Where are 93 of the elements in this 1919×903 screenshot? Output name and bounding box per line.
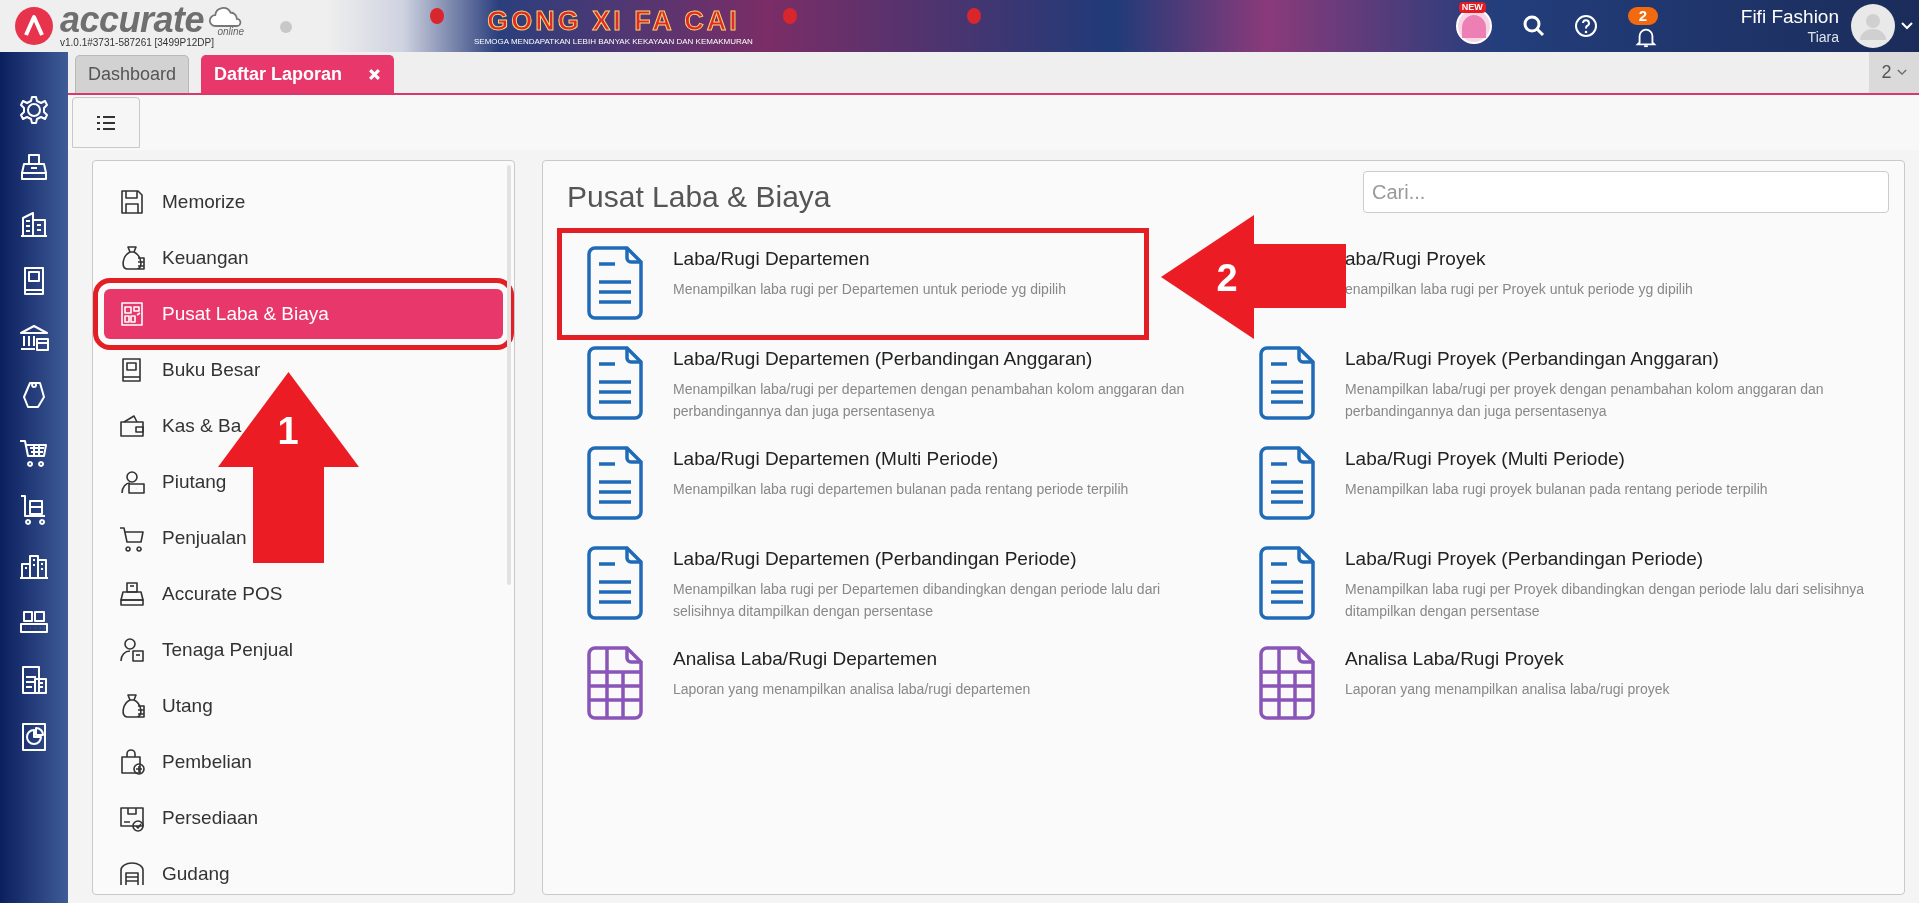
report-board-icon <box>118 300 146 328</box>
chevron-down-icon[interactable] <box>1901 22 1913 30</box>
report-item[interactable]: Laba/Rugi Departemen (Perbandingan Periode) Menampilkan laba rugi per Departemen dibandingkan dengan periode lalu dari selisihnya ditampilkan dengan persentase <box>567 538 1239 638</box>
report-item[interactable]: Analisa Laba/Rugi Departemen Laporan yang menampilkan analisa laba/rugi departemen <box>567 638 1051 738</box>
cash-register-icon <box>118 580 146 608</box>
help-icon[interactable] <box>1573 14 1598 38</box>
report-description: Menampilkan laba rugi per Proyek dibandingkan dengan periode lalu dari selisihnya ditampilkan dengan persentase <box>1345 580 1866 621</box>
new-badge: NEW <box>1458 2 1486 13</box>
report-description: Menampilkan laba/rugi per proyek dengan penambahan kolom anggaran dan perbandingannya dan juga persentasenya <box>1345 380 1825 421</box>
lantern-icon <box>782 5 797 24</box>
cash-register-icon[interactable] <box>18 151 50 183</box>
report-title: Analisa Laba/Rugi Departemen <box>673 648 939 670</box>
report-description: Menampilkan laba rugi departemen bulanan pada rentang periode terpilih <box>673 480 1129 499</box>
logo-subtitle: online <box>217 27 245 37</box>
step-number: 2 <box>1216 257 1238 299</box>
tab[interactable]: Daftar Laporan <box>201 55 395 93</box>
shopping-cart-icon <box>118 524 146 552</box>
report-item[interactable]: Laba/Rugi Departemen (Multi Periode) Menampilkan laba rugi departemen bulanan pada rentang periode terpilih <box>567 438 1149 538</box>
lantern-icon <box>430 5 444 24</box>
list-view-button[interactable] <box>72 97 140 148</box>
close-icon[interactable] <box>368 68 382 81</box>
menu-item[interactable]: Keuangan <box>104 233 259 283</box>
document-icon <box>587 546 643 620</box>
report-title: Laba/Rugi Departemen (Multi Periode) <box>673 448 1000 470</box>
menu-item[interactable]: Kas & Ba <box>104 401 252 451</box>
user-name[interactable]: Fifi Fashion <box>1740 6 1839 28</box>
document-icon <box>587 246 643 320</box>
report-item[interactable]: Laba/Rugi Proyek (Multi Periode) Menampilkan laba rugi proyek bulanan pada rentang periode terpilih <box>1239 438 1788 538</box>
report-title: Laba/Rugi Departemen (Perbandingan Anggaran) <box>673 348 1094 370</box>
report-title: Laba/Rugi Proyek (Multi Periode) <box>1345 448 1626 470</box>
menu-item[interactable]: Utang <box>104 681 223 731</box>
menu-item[interactable]: Piutang <box>104 457 237 507</box>
tab-overflow-button[interactable]: 2 <box>1869 52 1919 93</box>
document-icon <box>1259 346 1315 420</box>
report-title: Laba/Rugi Proyek (Perbandingan Anggaran) <box>1345 348 1720 370</box>
banner-subtitle: SEMOGA MENDAPATKAN LEBIH BANYAK KEKAYAAN DAN KEMAKMURAN <box>474 35 753 47</box>
report-description: Menampilkan laba rugi per Departemen untuk periode yg dipilih <box>673 280 1066 299</box>
document-icon <box>1259 446 1315 520</box>
lantern-icon <box>966 5 981 24</box>
user-role: Tiara <box>1807 28 1839 46</box>
report-description: Menampilkan laba/rugi per departemen dengan penambahan kolom anggaran dan perbandingannya dan juga persentasenya <box>673 380 1186 421</box>
report-item[interactable]: Laba/Rugi Proyek (Perbandingan Anggaran) Menampilkan laba/rugi per proyek dengan penambahan kolom anggaran dan perbandingannya dan juga persentasenya <box>1239 338 1889 438</box>
version-label: v1.0.1#3731-587261 [3499P12DP] <box>60 37 215 49</box>
report-title: Laba/Rugi Departemen (Perbandingan Periode) <box>673 548 1078 570</box>
person-badge-icon <box>118 636 146 664</box>
table-icon <box>587 646 643 720</box>
wallet-icon <box>118 412 146 440</box>
report-description: Laporan yang menampilkan analisa laba/rugi departemen <box>673 680 1031 699</box>
table-icon <box>1259 646 1315 720</box>
report-item[interactable]: Laba/Rugi Departemen Menampilkan laba rugi per Departemen untuk periode yg dipilih <box>567 238 1139 330</box>
box-check-icon <box>118 804 146 832</box>
logo-wordmark: accurate <box>60 3 205 37</box>
menu-item[interactable]: Pembelian <box>104 737 262 787</box>
bell-icon[interactable] <box>1634 26 1657 48</box>
report-title: Laba/Rugi Departemen <box>673 248 871 270</box>
report-item[interactable]: aba/Rugi Proyek enampilkan laba rugi per Proyek untuk periode yg dipilih <box>1345 238 1713 338</box>
caret-icon <box>1896 69 1907 76</box>
document-icon <box>587 446 643 520</box>
list-icon <box>96 114 116 131</box>
report-item[interactable]: Laba/Rugi Departemen (Perbandingan Anggaran) Menampilkan laba/rugi per departemen dengan penambahan kolom anggaran dan perbandingannya dan juga persentasenya <box>567 338 1239 438</box>
notification-badge: 2 <box>1627 7 1659 25</box>
report-description: Menampilkan laba rugi per Departemen dibandingkan dengan periode lalu dari selisihnya ditampilkan dengan persentase <box>673 580 1162 621</box>
banner-title: GONG XI FA CAI <box>487 5 740 36</box>
shopping-bag-plus-icon <box>118 748 146 776</box>
panel-title: Pusat Laba & Biaya <box>567 180 831 214</box>
menu-item[interactable]: Gudang <box>104 849 240 894</box>
warehouse-icon <box>118 860 146 888</box>
report-item[interactable]: Analisa Laba/Rugi Proyek Laporan yang menampilkan analisa laba/rugi proyek <box>1239 638 1690 738</box>
report-description: Menampilkan laba rugi proyek bulanan pada rentang periode terpilih <box>1345 480 1768 499</box>
menu-item[interactable]: Memorize <box>104 177 256 227</box>
gear-icon[interactable] <box>18 94 50 126</box>
document-icon <box>1259 546 1315 620</box>
menu-item[interactable]: Buku Besar <box>104 345 271 395</box>
logo-icon <box>14 6 54 46</box>
report-title: Analisa Laba/Rugi Proyek <box>1345 648 1565 670</box>
menu-item[interactable]: Persediaan <box>104 793 269 843</box>
report-item[interactable]: Laba/Rugi Proyek (Perbandingan Periode) Menampilkan laba rugi per Proyek dibandingkan dengan periode lalu dari selisihnya ditampilkan dengan persentase <box>1239 538 1889 638</box>
search-icon[interactable] <box>1521 14 1546 38</box>
bank-icon[interactable] <box>18 322 50 354</box>
step-number: 1 <box>277 410 299 452</box>
menu-item[interactable]: Penjualan <box>104 513 257 563</box>
search-field[interactable]: Cari... <box>1363 171 1889 213</box>
report-title: Laba/Rugi Proyek (Perbandingan Periode) <box>1345 548 1705 570</box>
avatar-icon[interactable] <box>1851 4 1895 48</box>
menu-item[interactable]: Accurate POS <box>104 569 293 619</box>
status-dot-icon <box>280 21 293 33</box>
person-cash-icon <box>118 468 146 496</box>
menu-item[interactable]: Tenaga Penjual <box>104 625 303 675</box>
report-description: Laporan yang menampilkan analisa laba/rugi proyek <box>1345 680 1670 699</box>
tab[interactable]: Dashboard <box>75 55 190 93</box>
report-description: enampilkan laba rugi per Proyek untuk periode yg dipilih <box>1345 280 1693 299</box>
document-icon <box>587 346 643 420</box>
report-title: aba/Rugi Proyek <box>1345 248 1487 270</box>
